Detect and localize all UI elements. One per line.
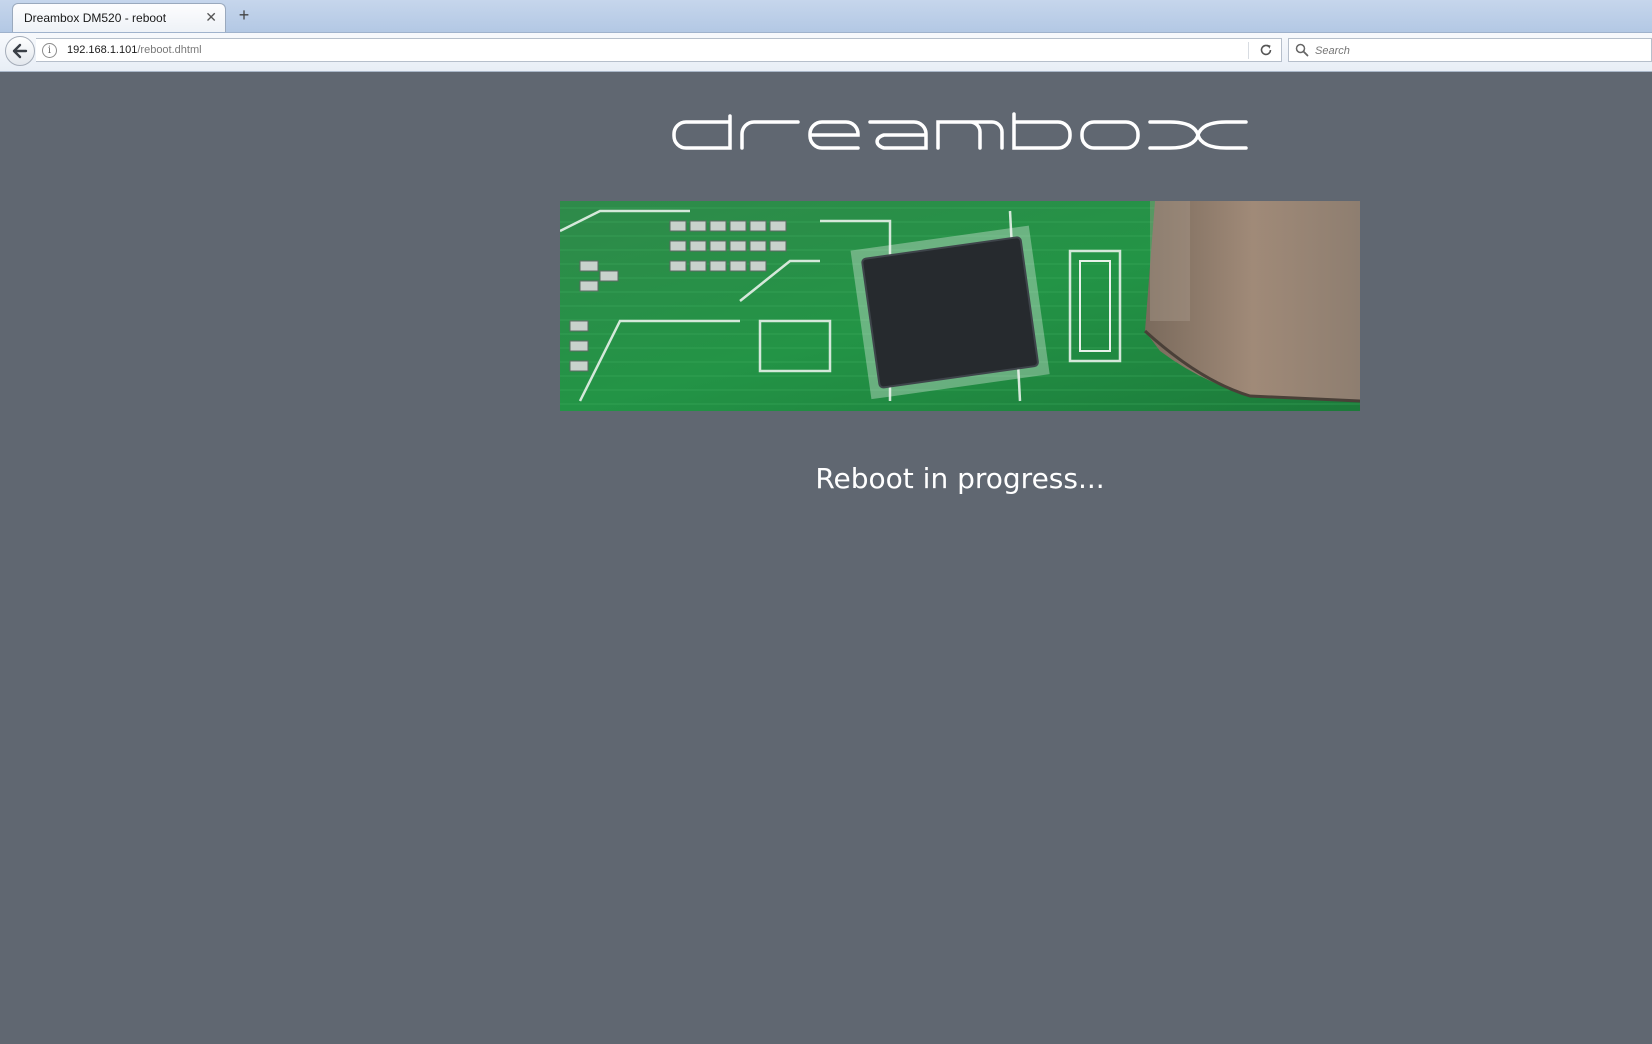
close-tab-icon[interactable]: ✕ [205, 9, 217, 26]
reboot-status-message: Reboot in progress... [815, 462, 1105, 495]
url-host: 192.168.1.101 [67, 44, 138, 56]
tab-title: Dreambox DM520 - reboot [24, 11, 167, 25]
back-arrow-icon [12, 43, 28, 59]
browser-tab[interactable]: Dreambox DM520 - reboot ✕ [12, 3, 226, 32]
search-bar[interactable] [1288, 38, 1652, 62]
url-path: /reboot.dhtml [137, 44, 202, 56]
new-tab-button[interactable]: + [234, 4, 254, 26]
search-input[interactable] [1313, 41, 1637, 61]
site-info-icon[interactable]: i [42, 43, 57, 58]
url-text[interactable]: 192.168.1.101/reboot.dhtml [67, 44, 202, 56]
address-bar[interactable]: i 192.168.1.101/reboot.dhtml [36, 38, 1282, 62]
url-divider [1248, 42, 1249, 59]
reload-icon[interactable] [1258, 42, 1274, 58]
navigation-bar: i 192.168.1.101/reboot.dhtml [0, 33, 1652, 72]
circuit-board-banner [560, 201, 1360, 411]
search-icon [1295, 43, 1309, 57]
back-button[interactable] [5, 36, 35, 66]
tab-strip: Dreambox DM520 - reboot ✕ + [0, 0, 1652, 33]
dreambox-logo [672, 112, 1248, 150]
